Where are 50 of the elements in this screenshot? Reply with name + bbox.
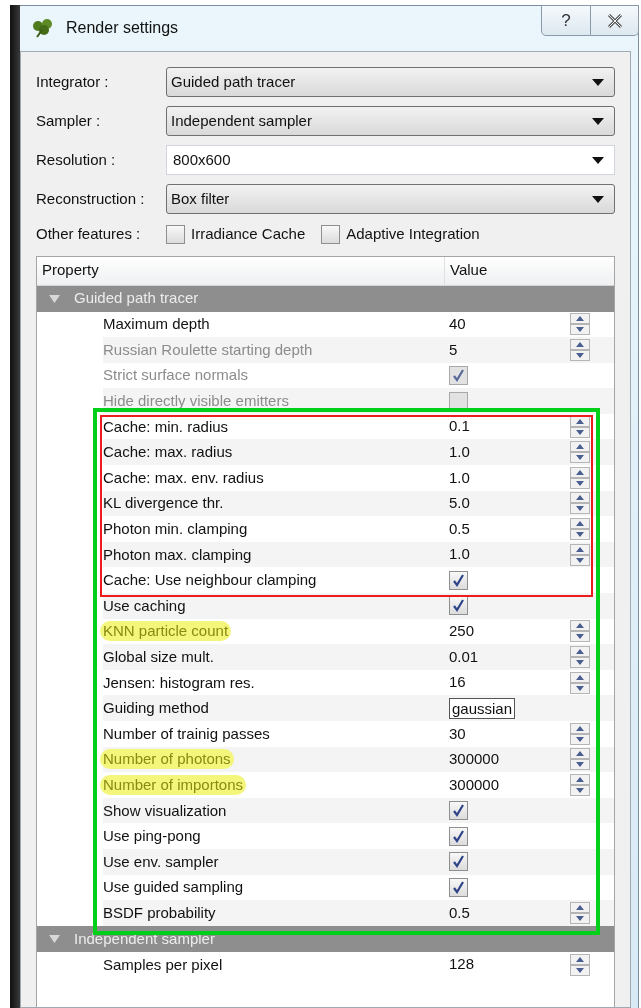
property-label: Number of importons xyxy=(100,775,247,795)
value-text[interactable]: 40 xyxy=(449,313,570,336)
property-label: Hide directly visible emitters xyxy=(103,391,289,412)
dropdown[interactable]: Box filter xyxy=(166,184,615,214)
checkbox-label: Adaptive Integration xyxy=(346,224,480,244)
field-label: Other features : xyxy=(36,224,142,244)
value-text[interactable]: 1.0 xyxy=(449,466,570,490)
property-label: Jensen: histogram res. xyxy=(103,672,255,693)
property-label: Photon min. clamping xyxy=(103,519,248,540)
property-label: Strict surface normals xyxy=(103,365,249,386)
field-label: Resolution : xyxy=(36,149,117,170)
value-text[interactable]: 30 xyxy=(449,722,570,746)
property-label: Use guided sampling xyxy=(103,877,244,898)
property-label: Cache: Use neighbour clamping xyxy=(103,570,317,591)
value-text[interactable]: 250 xyxy=(449,620,570,643)
help-button[interactable]: ? xyxy=(541,5,591,36)
property-label: Number of photons xyxy=(100,749,234,770)
property-label: Maximum depth xyxy=(103,314,210,335)
property-label: Photon max. clamping xyxy=(103,544,252,565)
property-label: BSDF probability xyxy=(103,902,216,923)
text-field[interactable]: gaussian xyxy=(449,697,516,719)
field-label: Sampler : xyxy=(36,110,102,131)
property-label: Guiding method xyxy=(103,698,209,719)
property-label: Samples per pixel xyxy=(103,954,223,975)
property-label: Use caching xyxy=(103,595,186,616)
property-label: Use env. sampler xyxy=(103,851,219,872)
property-label: Use ping-pong xyxy=(103,826,201,847)
value-text[interactable]: 0.1 xyxy=(449,415,570,438)
property-label: Cache: min. radius xyxy=(103,416,229,437)
property-label: KNN particle count xyxy=(100,621,232,642)
property-label: Cache: max. radius xyxy=(103,442,233,463)
property-label: Number of trainig passes xyxy=(103,723,270,744)
value-text[interactable]: 300000 xyxy=(449,773,570,797)
checkbox-label: Irradiance Cache xyxy=(191,224,306,244)
value-text[interactable]: 128 xyxy=(449,953,570,976)
field-label: Reconstruction : xyxy=(36,188,146,209)
value-text[interactable]: 0.5 xyxy=(449,517,570,541)
column-header[interactable]: Property xyxy=(37,256,445,285)
field-label: Integrator : xyxy=(36,71,110,92)
window-title: Render settings xyxy=(66,18,179,38)
property-label: Show visualization xyxy=(103,800,227,821)
property-label: Russian Roulette starting depth xyxy=(103,339,313,360)
editable-dropdown[interactable]: 800x600 xyxy=(166,145,615,175)
property-label: Global size mult. xyxy=(103,647,214,667)
value-text[interactable]: 16 xyxy=(449,671,570,694)
property-label: Cache: max. env. radius xyxy=(103,467,264,488)
dropdown[interactable]: Independent sampler xyxy=(166,106,615,136)
column-header[interactable]: Value xyxy=(445,256,614,285)
dropdown[interactable]: Guided path tracer xyxy=(166,67,615,97)
property-label: KL divergence thr. xyxy=(103,493,224,514)
